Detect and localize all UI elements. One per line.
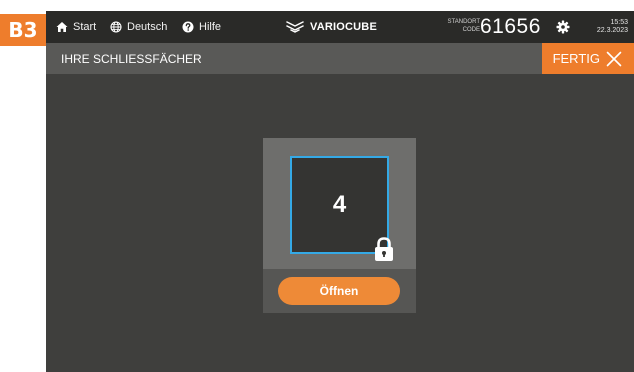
done-button-label: FERTIG [552, 51, 600, 66]
page-title: IHRE SCHLIESSFÄCHER [61, 51, 202, 66]
nav-language[interactable]: Deutsch [110, 11, 167, 43]
clock-date: 22.3.2023 [596, 27, 628, 34]
location-label-line1: STANDORT [447, 19, 480, 25]
nav-start-label: Start [73, 21, 97, 33]
locker-card: 4 Öffnen [263, 138, 416, 313]
step-badge: B3 [0, 14, 46, 46]
done-button[interactable]: FERTIG [542, 43, 634, 74]
kiosk-screen: Start Deutsch Hilfe VARIOCUBE STANDORT C… [46, 11, 634, 372]
nav-help-label: Hilfe [199, 21, 222, 33]
help-icon [182, 21, 194, 33]
location-code: 61656 [480, 15, 541, 38]
location-code-label: STANDORT CODE [438, 18, 480, 34]
open-locker-button[interactable]: Öffnen [278, 277, 400, 305]
top-bar: Start Deutsch Hilfe VARIOCUBE STANDORT C… [46, 11, 634, 43]
lock-icon [375, 237, 393, 261]
globe-icon [110, 21, 122, 33]
nav-start[interactable]: Start [56, 11, 96, 43]
nav-language-label: Deutsch [127, 21, 168, 33]
location-label-line2: CODE [462, 27, 480, 33]
brand-logo: VARIOCUBE [286, 11, 377, 43]
clock-time: 15:53 [610, 19, 628, 26]
locker-tile[interactable]: 4 [290, 156, 393, 261]
nav-help[interactable]: Hilfe [182, 11, 221, 43]
home-icon [56, 22, 68, 32]
clock: 15:53 22.3.2023 [590, 19, 628, 35]
variocube-logo-icon [286, 21, 304, 33]
page-header: IHRE SCHLIESSFÄCHER FERTIG [46, 43, 634, 74]
close-icon [606, 51, 622, 66]
brand-name: VARIOCUBE [310, 21, 377, 33]
gear-icon[interactable] [556, 20, 570, 34]
